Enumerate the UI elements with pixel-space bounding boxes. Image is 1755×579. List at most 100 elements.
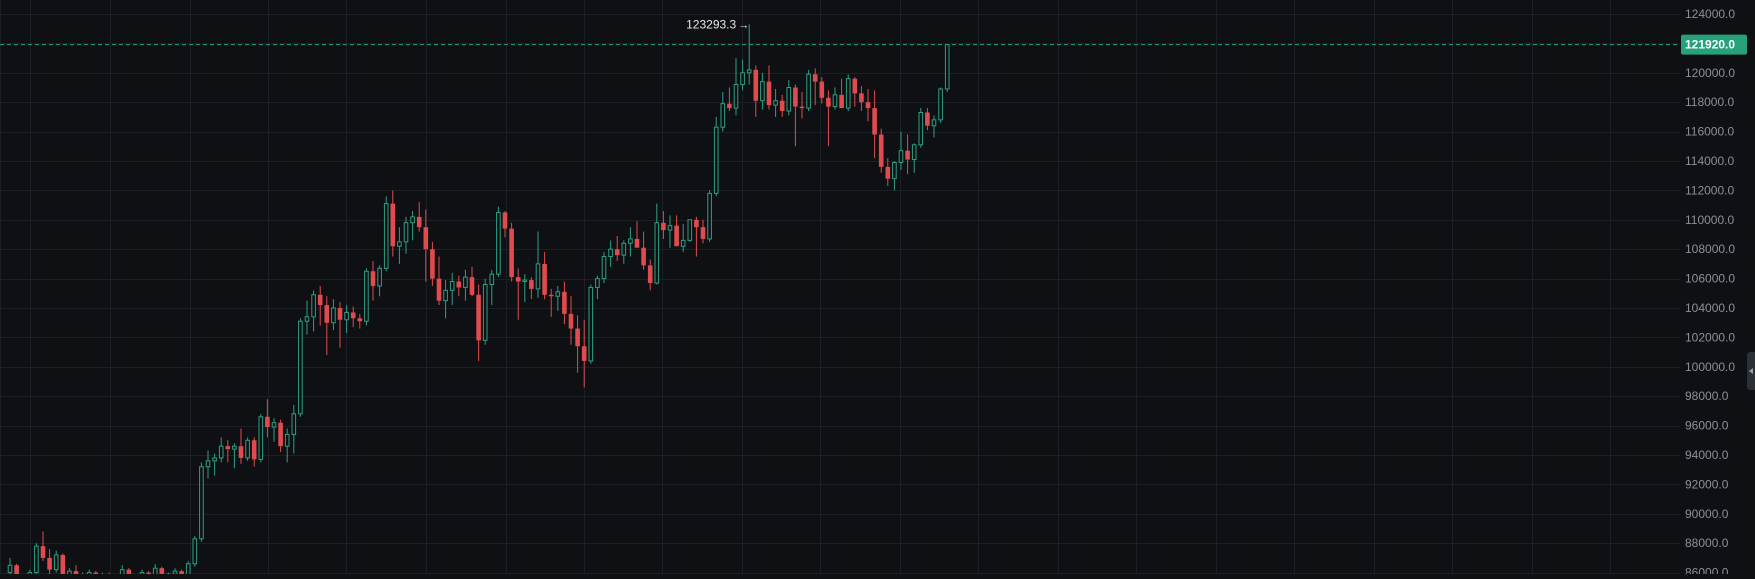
candle-body — [885, 166, 891, 179]
candle-body — [377, 267, 382, 287]
candle-body — [436, 278, 442, 301]
candle-body — [14, 565, 19, 579]
current-price-tag: 121920.0 — [1681, 34, 1747, 55]
candle-body — [496, 211, 501, 275]
candle-body — [727, 103, 732, 109]
candle-body — [542, 263, 547, 295]
candle-body — [931, 119, 937, 127]
candle — [199, 462, 204, 542]
candlestick-chart[interactable]: 123293.3 → 124000.0122000.0120000.011800… — [0, 0, 1755, 579]
candle-body — [463, 276, 468, 288]
candle-body — [350, 312, 356, 319]
candle — [938, 87, 943, 123]
candle-body — [938, 88, 943, 121]
candle-body — [687, 219, 693, 241]
candle-body — [238, 446, 244, 458]
candle-body — [515, 277, 521, 282]
candle-body — [278, 422, 283, 447]
candle-body — [529, 280, 534, 289]
candle-body — [410, 216, 415, 224]
candle — [806, 69, 811, 112]
candle-body — [509, 228, 514, 278]
candle-body — [34, 545, 39, 574]
candle-body — [595, 278, 600, 288]
candle-body — [185, 563, 191, 579]
candle-body — [859, 93, 864, 103]
candle-body — [845, 78, 851, 109]
candle-body — [443, 289, 448, 302]
candle — [588, 284, 594, 364]
candle-body — [878, 134, 884, 167]
candle-body — [298, 320, 303, 415]
collapse-panel-handle[interactable] — [1747, 352, 1755, 390]
candle-body — [430, 249, 435, 279]
price-tick-label: 88000.0 — [1685, 536, 1729, 550]
price-tick-label: 116000.0 — [1685, 125, 1734, 139]
right-arrow-icon: → — [738, 19, 749, 31]
price-tick-label: 92000.0 — [1685, 477, 1729, 491]
candle-body — [819, 81, 825, 98]
candle-body — [469, 277, 475, 295]
candle-body — [733, 84, 739, 109]
candle-body — [225, 446, 231, 450]
high-price-marker: 123293.3 → — [686, 17, 749, 31]
candle — [496, 206, 501, 278]
price-tick-label: 94000.0 — [1685, 448, 1729, 462]
candle-body — [581, 346, 587, 361]
candle-body — [667, 225, 673, 231]
candle-body — [905, 150, 910, 160]
candle-body — [482, 283, 488, 341]
candle-body — [621, 242, 627, 256]
candle — [918, 108, 924, 148]
candle-body — [601, 256, 607, 280]
candle-body — [760, 81, 765, 102]
candle-body — [944, 44, 950, 90]
candle-body — [337, 308, 343, 320]
candle-body — [852, 78, 858, 94]
candle-body — [713, 126, 719, 194]
candle-body — [7, 564, 13, 574]
candle-body — [826, 97, 831, 107]
price-tick-label: 90000.0 — [1685, 507, 1729, 521]
candle-body — [232, 445, 237, 450]
candle-body — [291, 413, 297, 435]
candle-body — [793, 87, 798, 107]
price-tick-label: 124000.0 — [1685, 7, 1735, 21]
price-tick-label: 118000.0 — [1685, 95, 1734, 109]
candle-body — [766, 81, 772, 106]
candle — [713, 116, 719, 197]
candle-body — [918, 111, 924, 146]
candle-body — [284, 433, 290, 447]
candle-body — [911, 144, 917, 161]
candle-body — [806, 73, 811, 109]
candle — [707, 190, 712, 242]
candle-body — [489, 273, 495, 285]
candle-body — [40, 546, 46, 558]
candle-body — [634, 238, 640, 248]
candle-body — [53, 554, 59, 571]
candle-body — [720, 103, 726, 128]
candle-body — [740, 72, 745, 86]
candle-body — [654, 222, 660, 284]
price-tick-label: 104000.0 — [1685, 301, 1735, 315]
candle-body — [403, 222, 409, 243]
chart-canvas[interactable]: 123293.3 → 124000.0122000.0120000.011800… — [0, 0, 1755, 579]
candle-body — [364, 270, 369, 322]
candle-body — [317, 294, 323, 306]
candle-body — [60, 554, 66, 578]
candle-body — [680, 239, 686, 247]
candle — [601, 252, 607, 284]
candle-body — [628, 238, 633, 244]
candle-body — [839, 94, 844, 109]
candle-body — [476, 294, 481, 341]
candle-body — [390, 203, 396, 247]
candle-body — [416, 216, 422, 228]
price-tick-label: 96000.0 — [1685, 419, 1729, 433]
candle — [245, 437, 250, 461]
candle-body — [555, 291, 561, 297]
price-tick-label: 114000.0 — [1685, 154, 1734, 168]
candle-body — [641, 247, 646, 266]
candle-body — [548, 294, 554, 297]
candle-body — [423, 227, 429, 250]
candle-body — [152, 567, 158, 579]
